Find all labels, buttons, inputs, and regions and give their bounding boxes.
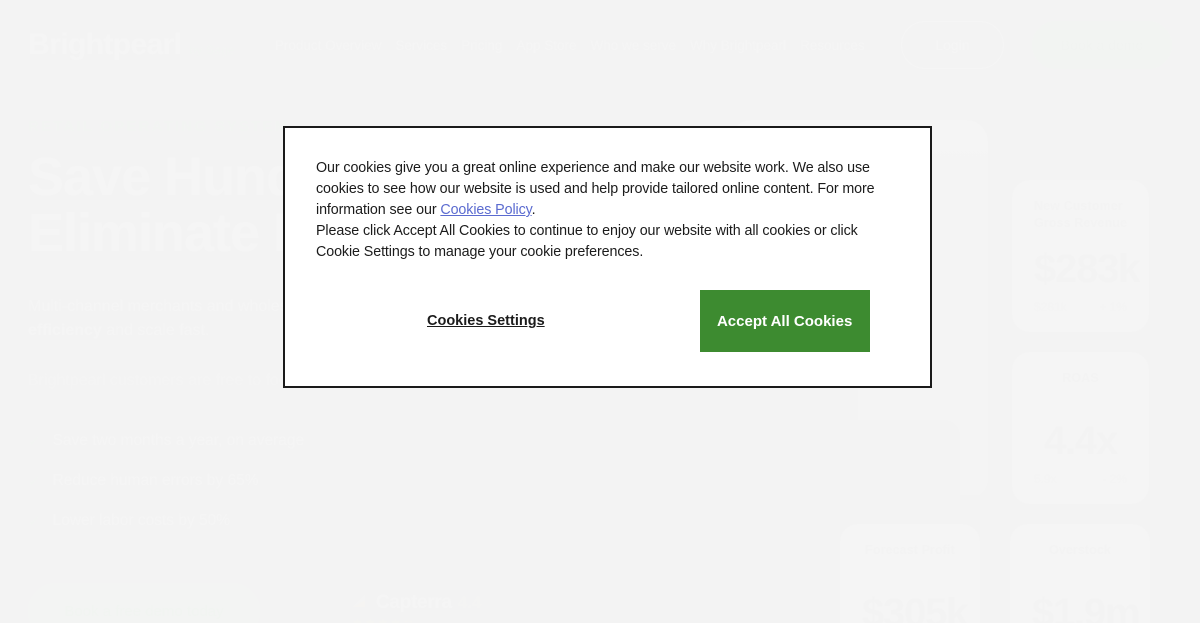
capterra-row: Capterra 4.4 [352, 592, 481, 614]
capterra-score: 4.4 [457, 593, 482, 612]
cookies-settings-button[interactable]: Cookies Settings [427, 313, 545, 329]
login-button[interactable]: Login [901, 21, 1004, 69]
metric-value: $1.9m [1032, 591, 1141, 623]
bullet-label: Reduce human errors by 65% [52, 472, 259, 490]
nav-item-app-store[interactable]: App Store [516, 38, 576, 53]
cookie-paragraph-1-period: . [531, 202, 536, 218]
cookies-policy-link[interactable]: Cookies Policy [440, 202, 531, 218]
cookie-consent-dialog: Our cookies give you a great online expe… [283, 126, 932, 388]
header-actions: Login Book a demo [901, 21, 1172, 69]
logo-byline: by Sage [189, 43, 235, 57]
list-item: ✓ Save two months a year, on average [28, 421, 718, 461]
hero-paragraph-tail: and scale fast. [101, 322, 210, 340]
metric-footer: $281k + 1% [1034, 300, 1127, 314]
metric-card-overstock: Overstock $1.9m [1010, 524, 1150, 623]
metric-delta: - 2% [1102, 472, 1127, 486]
site-header: Brightpearl by Sage Product Overview Ser… [0, 0, 1200, 90]
check-icon: ✓ [28, 473, 41, 491]
nav-item-pricing[interactable]: Pricing [461, 38, 502, 53]
cookie-dialog-text: Our cookies give you a great online expe… [316, 158, 899, 263]
capterra-wordmark: Capterra [376, 592, 452, 613]
metric-value: 4.4x [1043, 419, 1118, 463]
bullet-label: Lower labor costs by 50% [52, 512, 231, 530]
metric-value: $305k [862, 591, 968, 623]
metric-previous-value: $281k [1034, 300, 1067, 314]
cookie-dialog-actions: Cookies Settings Accept All Cookies [316, 290, 899, 352]
hero-bullet-list: ✓ Save two months a year, on average ✓ R… [28, 421, 718, 541]
list-item: ✓ Lower labor costs by 50% [28, 501, 718, 541]
book-free-demo-button[interactable]: Book a free demo today [28, 583, 260, 623]
cookie-paragraph-1-text: Our cookies give you a great online expe… [316, 160, 875, 218]
nav-item-why-brightpearl[interactable]: Why Brightpearl [690, 38, 786, 53]
check-icon: ✓ [28, 513, 41, 531]
brightpearl-logo[interactable]: Brightpearl by Sage [28, 30, 235, 60]
accept-all-cookies-button[interactable]: Accept All Cookies [699, 290, 870, 352]
capterra-stars: ★★★★☆ [352, 616, 416, 623]
metric-title: Forecast Profit [865, 543, 955, 557]
capterra-icon [352, 593, 370, 614]
nav-item-services[interactable]: Services [395, 38, 447, 53]
metric-title: New Customer Gross Revenue [1034, 199, 1128, 230]
check-icon: ✓ [28, 433, 41, 451]
list-item: ✓ Reduce human errors by 65% [28, 461, 718, 501]
nav-item-resources[interactable]: Resources [800, 38, 865, 53]
metric-card-forecast-profit: Forecast Profit $305k [840, 524, 980, 623]
metric-delta: + 1% [1099, 300, 1127, 314]
hero-cta-row: Book a free demo today Capterra 4.4 ★★★★… [28, 583, 481, 623]
hero-image-shape [760, 420, 960, 500]
main-navigation: Product Overview Services Pricing App St… [275, 38, 901, 53]
bullet-label: Save two months a year, on average [52, 432, 305, 450]
book-demo-button[interactable]: Book a demo [1032, 21, 1172, 69]
metric-previous-value: 5.9x [1034, 472, 1057, 486]
cookie-paragraph-2: Please click Accept All Cookies to conti… [316, 223, 858, 260]
cookie-paragraph-1: Our cookies give you a great online expe… [316, 158, 899, 221]
capterra-rating-badge: Capterra 4.4 ★★★★☆ [352, 592, 481, 623]
nav-item-who-we-serve[interactable]: Who we serve [590, 38, 676, 53]
metric-title: Overstock [1048, 543, 1112, 557]
metric-card-new-customer-gross-revenue: New Customer Gross Revenue $283k $281k +… [1012, 180, 1149, 332]
nav-item-product-overview[interactable]: Product Overview [275, 38, 382, 53]
logo-wordmark: Brightpearl [28, 28, 182, 61]
metric-footer: 5.9x - 2% [1034, 472, 1127, 486]
metric-title: ROAS [1062, 371, 1099, 385]
metric-value: $283k [1034, 247, 1140, 291]
metric-card-roas: ROAS 4.4x 5.9x - 2% [1012, 352, 1149, 504]
